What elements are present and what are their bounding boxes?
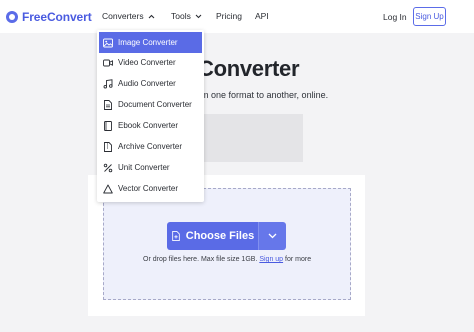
- menu-item-audio-converter[interactable]: Audio Converter: [99, 73, 202, 94]
- chevron-down-icon: [268, 233, 277, 239]
- nav-converters-label: Converters: [102, 11, 144, 21]
- menu-item-archive-converter[interactable]: Archive Converter: [99, 136, 202, 157]
- top-navbar: FreeConvert Converters Tools Pricing API…: [0, 0, 474, 33]
- signup-button[interactable]: Sign Up: [413, 7, 446, 26]
- menu-item-label: Unit Converter: [118, 163, 170, 172]
- choose-files-dropdown-button[interactable]: [258, 222, 286, 250]
- logo-text: FreeConvert: [22, 10, 92, 24]
- menu-item-label: Document Converter: [118, 100, 192, 109]
- nav-tools-label: Tools: [171, 11, 191, 21]
- drop-hint-suffix: for more: [283, 256, 312, 263]
- document-icon: [104, 99, 112, 110]
- music-note-icon: [103, 78, 113, 88]
- nav-pricing[interactable]: Pricing: [216, 11, 242, 21]
- menu-item-document-converter[interactable]: Document Converter: [99, 94, 202, 115]
- menu-item-image-converter[interactable]: Image Converter: [99, 32, 202, 53]
- page-title: Converter: [198, 56, 300, 81]
- freeconvert-logo-icon: [6, 11, 18, 23]
- drop-hint-text: Or drop files here. Max file size 1GB.: [143, 256, 260, 263]
- menu-item-video-converter[interactable]: Video Converter: [99, 52, 202, 73]
- menu-item-unit-converter[interactable]: Unit Converter: [99, 157, 202, 178]
- nav-api[interactable]: API: [255, 11, 269, 21]
- nav-converters[interactable]: Converters: [102, 11, 155, 21]
- menu-item-label: Audio Converter: [118, 79, 176, 88]
- menu-item-label: Video Converter: [118, 58, 176, 67]
- converters-dropdown-menu: Image Converter Video Converter Audio Co…: [97, 30, 204, 202]
- file-plus-icon: [172, 231, 180, 241]
- placeholder-block: [196, 114, 303, 162]
- menu-item-ebook-converter[interactable]: Ebook Converter: [99, 115, 202, 136]
- page-subtitle: om one format to another, online.: [196, 90, 329, 100]
- menu-item-vector-converter[interactable]: Vector Converter: [99, 178, 202, 199]
- menu-item-label: Vector Converter: [118, 184, 179, 193]
- logo[interactable]: FreeConvert: [6, 10, 92, 24]
- menu-item-label: Image Converter: [118, 38, 178, 47]
- drop-hint: Or drop files here. Max file size 1GB. S…: [143, 256, 311, 263]
- triangle-icon: [103, 184, 113, 193]
- nav-tools[interactable]: Tools: [171, 11, 202, 21]
- menu-item-label: Archive Converter: [118, 142, 183, 151]
- chevron-down-icon: [195, 14, 202, 18]
- video-icon: [103, 59, 113, 66]
- menu-item-label: Ebook Converter: [118, 121, 179, 130]
- signup-link[interactable]: Sign up: [259, 256, 283, 263]
- book-icon: [104, 120, 112, 131]
- login-link[interactable]: Log In: [383, 12, 407, 22]
- choose-files-button[interactable]: Choose Files: [167, 222, 258, 250]
- choose-files-label: Choose Files: [185, 230, 255, 242]
- image-icon: [103, 38, 113, 47]
- archive-icon: [104, 141, 112, 152]
- percent-icon: [103, 163, 113, 172]
- chevron-up-icon: [148, 14, 154, 18]
